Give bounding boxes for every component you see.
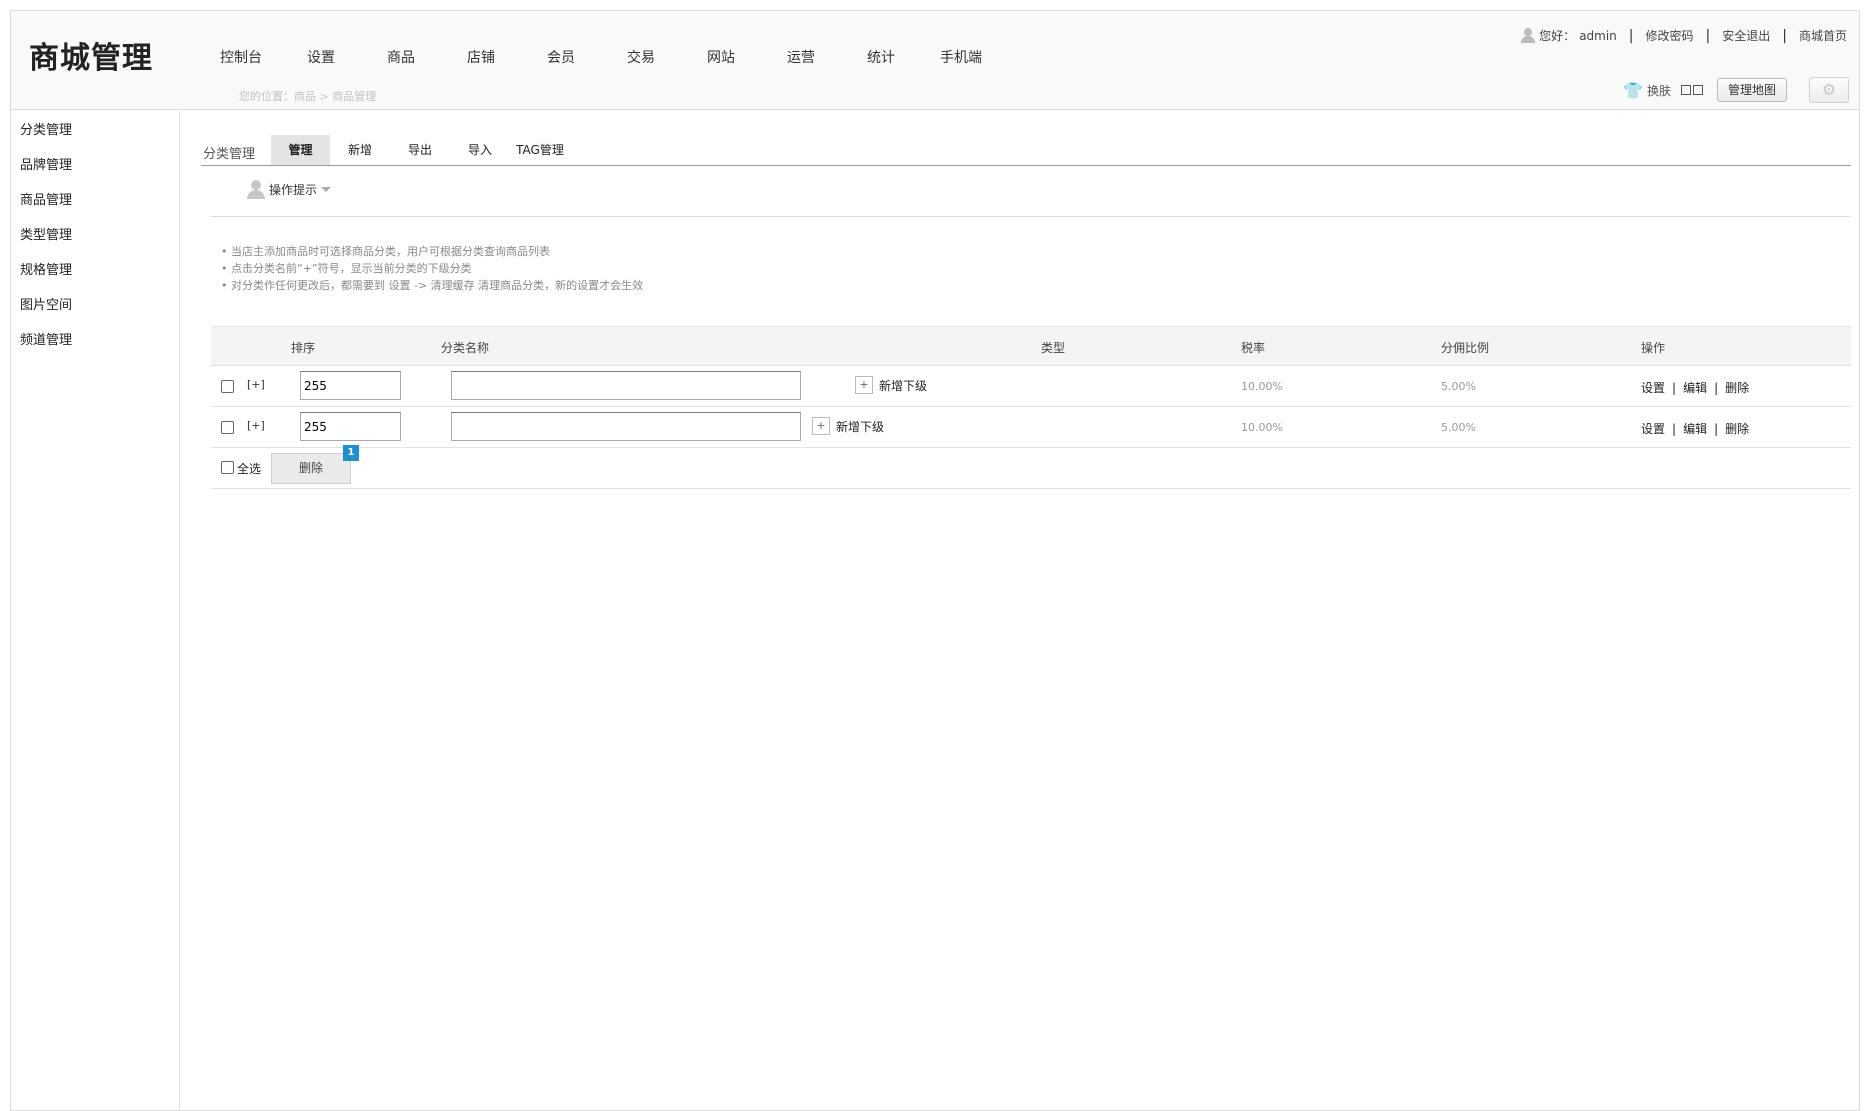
user-bar: 您好： admin | 修改密码 | 安全退出 | 商城首页 (1521, 27, 1847, 44)
skin-option-1[interactable] (1680, 85, 1691, 95)
person-icon (247, 179, 265, 199)
expand-toggle[interactable]: [+] (247, 419, 265, 432)
select-all-checkbox[interactable] (221, 461, 234, 474)
separator: | (1705, 27, 1711, 44)
row-settings-link[interactable]: 设置 (1641, 381, 1665, 395)
sidebar-item-brand[interactable]: 品牌管理 (11, 148, 179, 183)
site-logo: 商城管理 (29, 41, 153, 76)
add-subcategory-link[interactable]: 新增下级 (879, 377, 927, 394)
column-header-actions: 操作 (1641, 341, 1666, 355)
plus-icon[interactable]: + (855, 376, 873, 394)
tab-add[interactable]: 新增 (330, 135, 390, 165)
caret-down-icon (321, 186, 332, 192)
sidebar-item-goods[interactable]: 商品管理 (11, 183, 179, 218)
tab-export[interactable]: 导出 (390, 135, 450, 165)
tab-tag-manage[interactable]: TAG管理 (510, 135, 570, 165)
table-footer: 全选 删除 1 (211, 445, 1851, 489)
breadcrumb: 您的位置：商品 > 商品管理 (239, 90, 377, 103)
store-home-link[interactable]: 商城首页 (1799, 27, 1847, 44)
nav-item-goods[interactable]: 商品 (361, 47, 441, 69)
category-name-input[interactable] (451, 371, 801, 400)
tab-bar-title: 分类管理 (203, 147, 256, 162)
nav-item-mobile[interactable]: 手机端 (921, 47, 1001, 69)
category-name-input[interactable] (451, 412, 801, 441)
skin-link[interactable]: 换肤 (1647, 82, 1671, 99)
separator: | (1782, 27, 1787, 44)
nav-item-website[interactable]: 网站 (681, 47, 761, 69)
tax-rate: 10.00% (1241, 380, 1283, 393)
row-settings-link[interactable]: 设置 (1641, 422, 1665, 436)
tips-list: 当店主添加商品时可选择商品分类，用户可根据分类查询商品列表 点击分类名前“+”符… (221, 243, 643, 294)
nav-item-operations[interactable]: 运营 (761, 47, 841, 69)
user-icon (1521, 27, 1536, 44)
row-edit-link[interactable]: 编辑 (1683, 422, 1707, 436)
category-table: 排序 分类名称 类型 税率 分佣比例 操作 [+] + 新增下级 10.00% … (211, 326, 1851, 489)
separator: | (1714, 422, 1719, 436)
row-checkbox[interactable] (221, 380, 234, 393)
add-subcategory-link[interactable]: 新增下级 (836, 418, 884, 435)
expand-toggle[interactable]: [+] (247, 378, 265, 391)
column-header-sort: 排序 (291, 341, 316, 355)
separator: | (1672, 381, 1677, 395)
row-actions: 设置 | 编辑 | 删除 (1641, 420, 1749, 437)
sidebar-item-type[interactable]: 类型管理 (11, 218, 179, 253)
column-header-name: 分类名称 (441, 341, 490, 355)
gear-icon[interactable]: ⚙ (1809, 77, 1849, 103)
table-row: [+] + 新增下级 10.00% 5.00% 设置 | 编辑 | 删除 (211, 366, 1851, 407)
tab-manage[interactable]: 管理 (271, 135, 330, 165)
nav-item-stores[interactable]: 店铺 (441, 47, 521, 69)
row-delete-link[interactable]: 删除 (1725, 422, 1749, 436)
column-header-tax: 税率 (1241, 341, 1266, 355)
sidebar-item-channel[interactable]: 频道管理 (11, 323, 179, 358)
sidebar-item-album[interactable]: 图片空间 (11, 288, 179, 323)
separator: | (1628, 27, 1634, 44)
tax-rate: 10.00% (1241, 421, 1283, 434)
separator: | (1714, 381, 1719, 395)
tab-import[interactable]: 导入 (450, 135, 510, 165)
select-all-label[interactable]: 全选 (237, 460, 261, 477)
admin-map-button[interactable]: 管理地图 (1716, 78, 1787, 102)
row-checkbox[interactable] (221, 421, 234, 434)
change-password-link[interactable]: 修改密码 (1646, 27, 1694, 44)
table-header: 排序 分类名称 类型 税率 分佣比例 操作 (211, 326, 1851, 366)
sidebar: 分类管理 品牌管理 商品管理 类型管理 规格管理 图片空间 频道管理 (11, 111, 180, 1110)
tip-item: 当店主添加商品时可选择商品分类，用户可根据分类查询商品列表 (221, 243, 643, 260)
table-row: [+] + 新增下级 10.00% 5.00% 设置 | 编辑 | 删除 (211, 407, 1851, 448)
row-actions: 设置 | 编辑 | 删除 (1641, 379, 1749, 396)
separator: | (1672, 422, 1677, 436)
app-frame: 商城管理 控制台 设置 商品 店铺 会员 交易 网站 运营 统计 手机端 您的位… (10, 10, 1860, 1111)
nav-item-trade[interactable]: 交易 (601, 47, 681, 69)
sort-input[interactable] (300, 412, 401, 441)
commission-rate: 5.00% (1441, 421, 1476, 434)
count-badge: 1 (343, 445, 359, 461)
header: 商城管理 控制台 设置 商品 店铺 会员 交易 网站 运营 统计 手机端 您的位… (11, 11, 1859, 110)
nav-item-members[interactable]: 会员 (521, 47, 601, 69)
sort-input[interactable] (300, 371, 401, 400)
tshirt-icon[interactable]: 👕 (1623, 81, 1643, 100)
tips-toggle[interactable]: 操作提示 (247, 179, 332, 199)
commission-rate: 5.00% (1441, 380, 1476, 393)
divider (211, 216, 1851, 217)
tip-item: 对分类作任何更改后，都需要到 设置 -> 清理缓存 清理商品分类，新的设置才会生… (221, 277, 643, 294)
logout-link[interactable]: 安全退出 (1722, 27, 1770, 44)
plus-icon[interactable]: + (812, 417, 830, 435)
skin-option-2[interactable] (1692, 85, 1703, 95)
bulk-delete-button[interactable]: 删除 (271, 453, 351, 484)
tab-bar: 分类管理 管理 新增 导出 导入 TAG管理 (201, 135, 1851, 166)
sidebar-item-category[interactable]: 分类管理 (11, 113, 179, 148)
main-nav: 控制台 设置 商品 店铺 会员 交易 网站 运营 统计 手机端 (201, 47, 1001, 69)
row-edit-link[interactable]: 编辑 (1683, 381, 1707, 395)
column-header-commission: 分佣比例 (1441, 341, 1490, 355)
greeting-label: 您好： (1539, 29, 1576, 43)
row-delete-link[interactable]: 删除 (1725, 381, 1749, 395)
nav-item-statistics[interactable]: 统计 (841, 47, 921, 69)
username: admin (1579, 28, 1617, 43)
nav-item-settings[interactable]: 设置 (281, 47, 361, 69)
column-header-type: 类型 (1041, 341, 1066, 355)
tips-toggle-label: 操作提示 (269, 182, 318, 197)
nav-item-dashboard[interactable]: 控制台 (201, 47, 281, 69)
header-toolbar: 👕 换肤 管理地图 ⚙ (1623, 77, 1849, 103)
tip-item: 点击分类名前“+”符号，显示当前分类的下级分类 (221, 260, 643, 277)
sidebar-item-spec[interactable]: 规格管理 (11, 253, 179, 288)
